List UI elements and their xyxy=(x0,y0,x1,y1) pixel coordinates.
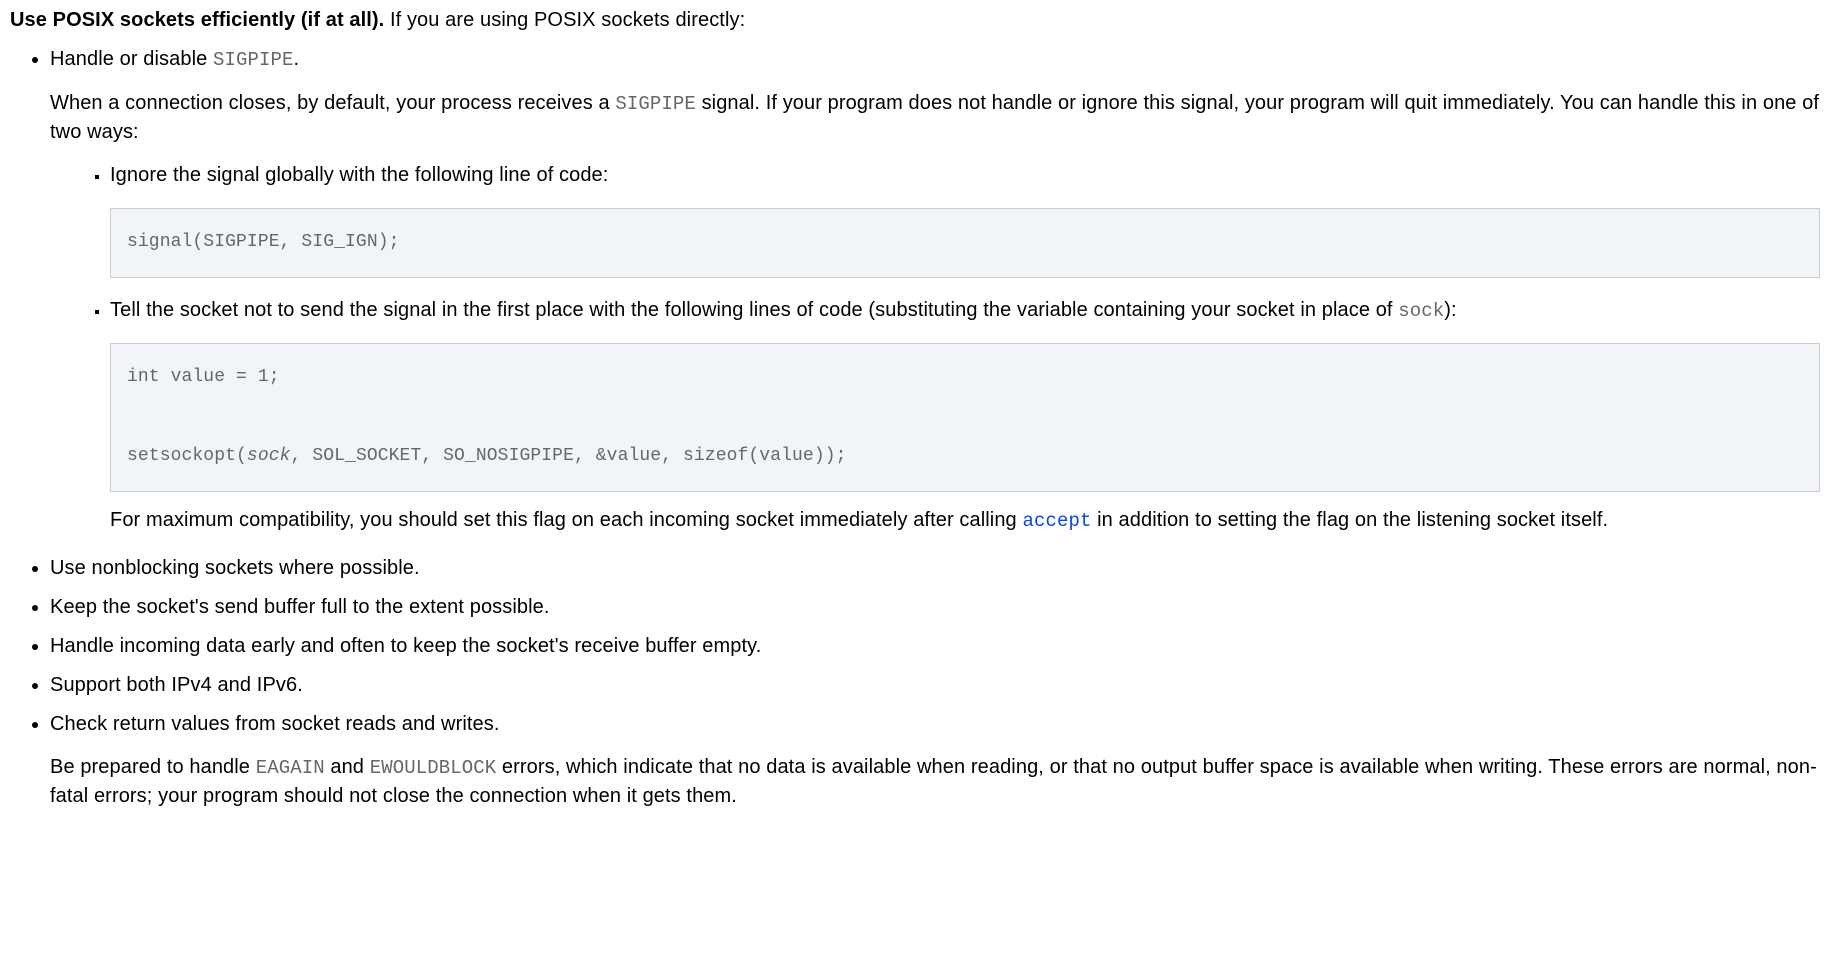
text: Handle incoming data early and often to … xyxy=(50,635,761,657)
text: Keep the socket's send buffer full to th… xyxy=(50,596,550,618)
inline-code: sock xyxy=(1398,300,1444,322)
follow-paragraph: For maximum compatibility, you should se… xyxy=(110,506,1820,536)
inline-code: SIGPIPE xyxy=(615,93,696,115)
text: Check return values from socket reads an… xyxy=(50,710,1820,739)
code-text: , SOL_SOCKET, SO_NOSIGPIPE, &value, size… xyxy=(291,446,847,466)
list-item: Support both IPv4 and IPv6. xyxy=(50,671,1820,700)
text: Be prepared to handle xyxy=(50,756,256,778)
intro-bold: Use POSIX sockets efficiently (if at all… xyxy=(10,9,384,31)
list-item: Check return values from socket reads an… xyxy=(50,710,1820,812)
list-item: Handle incoming data early and often to … xyxy=(50,632,1820,661)
text: Tell the socket not to send the signal i… xyxy=(110,299,1398,321)
sub-text: Ignore the signal globally with the foll… xyxy=(110,161,1820,190)
item-lead: Handle or disable SIGPIPE. xyxy=(50,45,1820,75)
text: and xyxy=(325,756,370,778)
item-desc: Be prepared to handle EAGAIN and EWOULDB… xyxy=(50,753,1820,812)
text: Support both IPv4 and IPv6. xyxy=(50,674,303,696)
intro-paragraph: Use POSIX sockets efficiently (if at all… xyxy=(10,6,1820,35)
sub-list: Ignore the signal globally with the foll… xyxy=(50,161,1820,535)
item-desc: When a connection closes, by default, yo… xyxy=(50,89,1820,148)
text: For maximum compatibility, you should se… xyxy=(110,509,1022,531)
list-item: Tell the socket not to send the signal i… xyxy=(110,296,1820,536)
list-item: Use nonblocking sockets where possible. xyxy=(50,554,1820,583)
code-italic: sock xyxy=(247,446,291,466)
intro-rest: If you are using POSIX sockets directly: xyxy=(384,9,745,31)
code-block: signal(SIGPIPE, SIG_IGN); xyxy=(110,208,1820,278)
top-list: Handle or disable SIGPIPE. When a connec… xyxy=(10,45,1820,811)
document-page: Use POSIX sockets efficiently (if at all… xyxy=(0,0,1830,841)
inline-code: SIGPIPE xyxy=(213,49,294,71)
code-block: int value = 1; setsockopt(sock, SOL_SOCK… xyxy=(110,343,1820,492)
list-item: Ignore the signal globally with the foll… xyxy=(110,161,1820,278)
text: . xyxy=(294,48,300,70)
text: Use nonblocking sockets where possible. xyxy=(50,557,420,579)
text: ): xyxy=(1444,299,1456,321)
text: in addition to setting the flag on the l… xyxy=(1091,509,1608,531)
list-item: Keep the socket's send buffer full to th… xyxy=(50,593,1820,622)
text: Handle or disable xyxy=(50,48,213,70)
list-item: Handle or disable SIGPIPE. When a connec… xyxy=(50,45,1820,536)
inline-code: EAGAIN xyxy=(256,757,325,779)
sub-text: Tell the socket not to send the signal i… xyxy=(110,296,1820,326)
inline-code: EWOULDBLOCK xyxy=(370,757,497,779)
text: When a connection closes, by default, yo… xyxy=(50,92,615,114)
accept-link[interactable]: accept xyxy=(1022,510,1091,532)
